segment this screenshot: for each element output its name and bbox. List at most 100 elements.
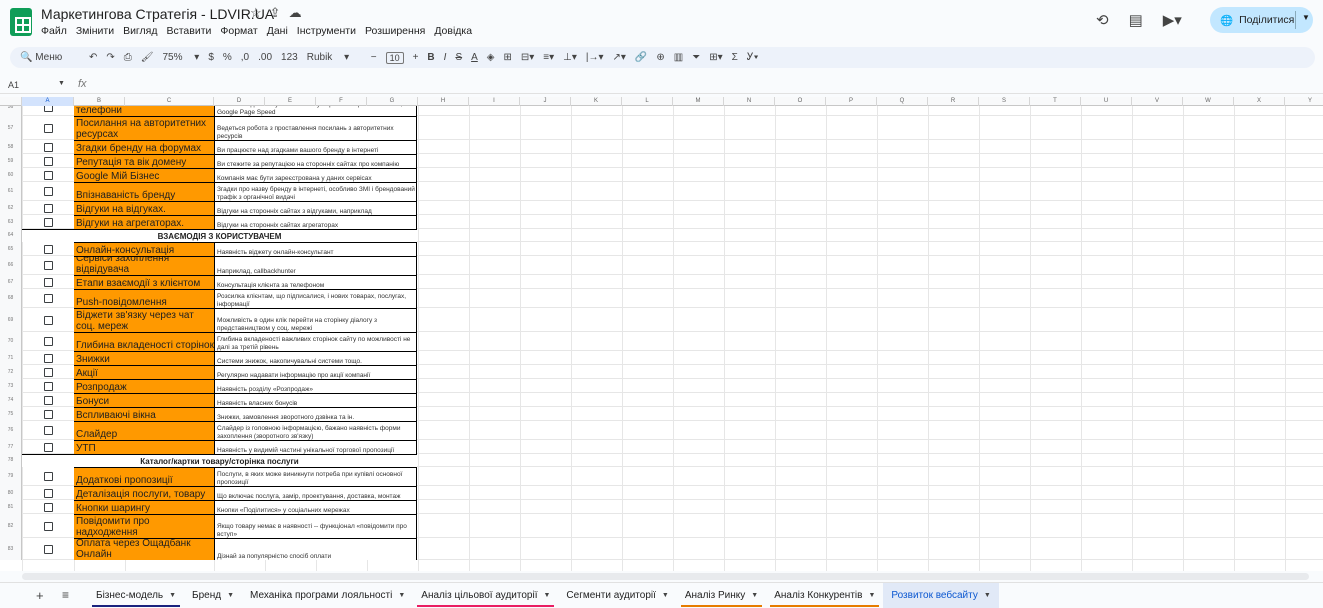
menu-search-button[interactable]: 🔍 Меню <box>20 52 80 63</box>
menu-item[interactable]: Довідка <box>434 25 472 37</box>
sheet-tab[interactable]: Сегменти аудиторії ▼ <box>558 583 676 608</box>
all-sheets-icon[interactable]: ≡ <box>62 588 69 602</box>
item-name-cell[interactable]: УТП <box>74 440 214 454</box>
column-header[interactable]: R <box>928 97 979 106</box>
horizontal-scrollbar[interactable] <box>22 573 1309 580</box>
fill-color-icon[interactable]: ◈ <box>487 52 495 63</box>
percent-button[interactable]: % <box>223 52 232 63</box>
checkbox[interactable] <box>44 442 53 452</box>
row-number[interactable]: 64 <box>0 229 22 242</box>
checkbox[interactable] <box>44 123 53 133</box>
sheet-tab[interactable]: Механіка програми лояльності ▼ <box>242 583 413 608</box>
item-description-cell[interactable]: Слайдер із головною інформацією, бажано … <box>214 421 417 440</box>
row-number[interactable]: 76 <box>0 421 22 440</box>
meet-icon[interactable]: ▶▾ <box>1163 11 1182 29</box>
item-description-cell[interactable]: Наявність у видимій частині унікальної т… <box>214 440 417 454</box>
item-description-cell[interactable]: Глибина вкладеності важливих сторінок са… <box>214 332 417 351</box>
row-number[interactable]: 83 <box>0 538 22 560</box>
checkbox[interactable] <box>44 381 53 391</box>
column-header[interactable]: D <box>214 97 265 106</box>
row-number[interactable]: 81 <box>0 500 22 514</box>
select-all-corner[interactable] <box>0 97 22 106</box>
move-icon[interactable]: ⇪ <box>270 5 289 20</box>
item-name-cell[interactable]: Розпродаж <box>74 379 214 393</box>
checkbox[interactable] <box>44 315 53 325</box>
item-description-cell[interactable]: Регулярно надавати інформацію про акції … <box>214 365 417 379</box>
font-size-input[interactable]: 10 <box>385 51 404 64</box>
borders-icon[interactable]: ⊞ <box>503 52 511 63</box>
row-number[interactable]: 79 <box>0 467 22 486</box>
star-icon[interactable]: ☆ <box>250 5 270 20</box>
item-name-cell[interactable]: Сервіси захоплення відвідувача <box>74 256 214 275</box>
sheet-tab-menu-icon[interactable]: ▼ <box>984 592 991 599</box>
checkbox[interactable] <box>44 106 53 112</box>
column-header[interactable]: V <box>1132 97 1183 106</box>
row-number[interactable]: 78 <box>0 454 22 467</box>
item-name-cell[interactable]: Push-повідомлення <box>74 289 214 308</box>
column-header[interactable]: B <box>74 97 125 106</box>
item-description-cell[interactable]: Ведеться робота з проставлення посилань … <box>214 116 417 140</box>
sheet-tab-menu-icon[interactable]: ▼ <box>751 592 758 599</box>
item-name-cell[interactable]: Репутація та вік домену <box>74 154 214 168</box>
item-description-cell[interactable]: Наявність розділу «Розпродаж» <box>214 379 417 393</box>
item-name-cell[interactable]: Віджети зв'язку через чат соц. мереж <box>74 308 214 332</box>
row-number[interactable]: 70 <box>0 332 22 351</box>
sheet-tab[interactable]: Аналіз Ринку ▼ <box>677 583 766 608</box>
sheets-logo-icon[interactable] <box>10 8 32 36</box>
row-number[interactable]: 58 <box>0 140 22 154</box>
sheet-tab[interactable]: Аналіз Конкурентів ▼ <box>766 583 883 608</box>
row-number[interactable]: 67 <box>0 275 22 289</box>
sheet-tab-menu-icon[interactable]: ▼ <box>227 592 234 599</box>
item-description-cell[interactable]: Послуги, в яких може виникнути потреба п… <box>214 467 417 486</box>
row-number[interactable]: 63 <box>0 215 22 229</box>
item-description-cell[interactable]: Ви працюєте над згадками вашого бренду в… <box>214 140 417 154</box>
text-color-icon[interactable]: A <box>471 52 478 63</box>
menu-item[interactable]: Змінити <box>76 25 114 37</box>
share-dropdown-icon[interactable]: ▼ <box>1302 13 1310 22</box>
item-name-cell[interactable]: Етапи взаємодії з клієнтом <box>74 275 214 289</box>
font-size-increase-icon[interactable]: + <box>413 52 419 63</box>
item-description-cell[interactable]: Ви стежите за репутацією на сторонніх са… <box>214 154 417 168</box>
functions-icon[interactable]: Σ <box>732 52 738 63</box>
sheet-tab[interactable]: Розвиток вебсайту ▼ <box>883 583 999 608</box>
checkbox[interactable] <box>44 156 53 166</box>
add-sheet-icon[interactable]: + <box>36 588 44 603</box>
column-header[interactable]: P <box>826 97 877 106</box>
column-header[interactable]: G <box>367 97 418 106</box>
row-number[interactable]: 77 <box>0 440 22 454</box>
section-header[interactable]: Каталог/картки товару/сторінка послуги <box>22 454 417 467</box>
document-title[interactable]: Маркетингова Стратегія - LDVIR.UA <box>41 6 274 22</box>
item-name-cell[interactable]: Глибина вкладеності сторінок <box>74 332 214 351</box>
checkbox[interactable] <box>44 472 53 481</box>
column-header[interactable]: X <box>1234 97 1285 106</box>
column-header[interactable]: U <box>1081 97 1132 106</box>
checkbox[interactable] <box>44 217 53 227</box>
column-header[interactable]: T <box>1030 97 1081 106</box>
item-name-cell[interactable]: Акції <box>74 365 214 379</box>
item-description-cell[interactable]: Наприклад, callbackhunter <box>214 256 417 275</box>
column-header[interactable]: M <box>673 97 724 106</box>
item-name-cell[interactable]: Онлайн-консультація <box>74 242 214 256</box>
item-description-cell[interactable]: Відгуки на сторонніх сайтах з відгуками,… <box>214 201 417 215</box>
item-description-cell[interactable]: Знижки, замовлення зворотного дзвінка та… <box>214 407 417 421</box>
version-history-icon[interactable]: ⟲ <box>1096 11 1109 29</box>
menu-item[interactable]: Файл <box>41 25 67 37</box>
currency-icon[interactable]: $ <box>208 52 214 63</box>
menu-item[interactable]: Формат <box>220 25 257 37</box>
item-name-cell[interactable]: телефони <box>74 106 214 116</box>
item-name-cell[interactable]: Бонуси <box>74 393 214 407</box>
item-name-cell[interactable]: Google Мій Бізнес <box>74 168 214 182</box>
sheet-tab-menu-icon[interactable]: ▼ <box>868 592 875 599</box>
row-number[interactable]: 72 <box>0 365 22 379</box>
checkbox[interactable] <box>44 277 53 287</box>
column-header[interactable]: L <box>622 97 673 106</box>
item-name-cell[interactable]: Згадки бренду на форумах <box>74 140 214 154</box>
item-description-cell[interactable]: Наявність власних бонусів <box>214 393 417 407</box>
sheet-tab[interactable]: Бренд ▼ <box>184 583 242 608</box>
column-header[interactable]: S <box>979 97 1030 106</box>
checkbox[interactable] <box>44 187 53 196</box>
checkbox[interactable] <box>44 544 53 554</box>
checkbox[interactable] <box>44 337 53 346</box>
row-number[interactable]: 71 <box>0 351 22 365</box>
item-name-cell[interactable]: Відгуки на відгуках. <box>74 201 214 215</box>
